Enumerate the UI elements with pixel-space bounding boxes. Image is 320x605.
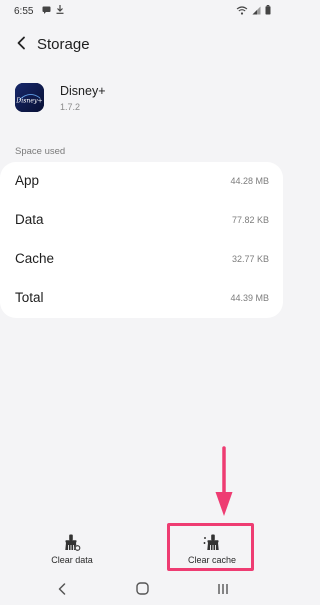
back-arrow-icon bbox=[16, 36, 26, 55]
nav-back-button[interactable] bbox=[52, 581, 72, 601]
storage-row-label: Data bbox=[15, 212, 44, 227]
bottom-action-bar: Clear data Clear cache bbox=[0, 520, 283, 576]
clear-cache-label: Clear cache bbox=[187, 555, 237, 565]
status-bar: 6:55 bbox=[0, 0, 283, 22]
storage-row-value: 77.82 KB bbox=[231, 215, 269, 225]
storage-row-value: 44.28 MB bbox=[230, 176, 269, 186]
clear-cache-icon bbox=[203, 534, 221, 552]
storage-row-cache: Cache 32.77 KB bbox=[0, 240, 283, 279]
status-right-icons bbox=[236, 5, 271, 18]
nav-recents-button[interactable] bbox=[213, 581, 233, 601]
message-icon bbox=[42, 6, 51, 17]
storage-card: App 44.28 MB Data 77.82 KB Cache 32.77 K… bbox=[0, 162, 283, 318]
signal-icon bbox=[252, 6, 261, 18]
disney-plus-app-icon: Disney+ bbox=[15, 83, 44, 112]
page-title: Storage bbox=[37, 36, 90, 53]
svg-text:Disney+: Disney+ bbox=[15, 98, 42, 105]
wifi-icon bbox=[236, 5, 248, 18]
storage-row-data: Data 77.82 KB bbox=[0, 201, 283, 240]
section-label-space-used: Space used bbox=[15, 146, 66, 157]
status-left-icons bbox=[42, 5, 64, 17]
app-name: Disney+ bbox=[60, 84, 106, 98]
storage-row-label: Total bbox=[15, 290, 44, 305]
back-button[interactable] bbox=[10, 34, 32, 56]
clear-data-icon bbox=[63, 534, 81, 552]
download-icon bbox=[56, 5, 64, 17]
app-version: 1.7.2 bbox=[60, 102, 81, 112]
storage-row-label: App bbox=[15, 173, 40, 188]
header: Storage bbox=[0, 30, 283, 60]
storage-row-label: Cache bbox=[15, 251, 55, 266]
clear-data-button[interactable]: Clear data bbox=[27, 520, 117, 576]
nav-home-icon bbox=[135, 582, 149, 600]
clear-data-label: Clear data bbox=[51, 555, 93, 565]
storage-row-value: 32.77 KB bbox=[231, 254, 269, 264]
battery-icon bbox=[265, 5, 271, 18]
nav-recents-icon bbox=[217, 582, 229, 600]
annotation-arrow bbox=[214, 446, 234, 518]
storage-row-total: Total 44.39 MB bbox=[0, 279, 283, 318]
storage-row-app: App 44.28 MB bbox=[0, 162, 283, 201]
nav-home-button[interactable] bbox=[132, 581, 152, 601]
clear-cache-button[interactable]: Clear cache bbox=[167, 520, 257, 576]
storage-row-value: 44.39 MB bbox=[230, 293, 269, 303]
status-time: 6:55 bbox=[14, 6, 34, 17]
navigation-bar bbox=[0, 576, 283, 605]
nav-back-icon bbox=[58, 582, 66, 600]
